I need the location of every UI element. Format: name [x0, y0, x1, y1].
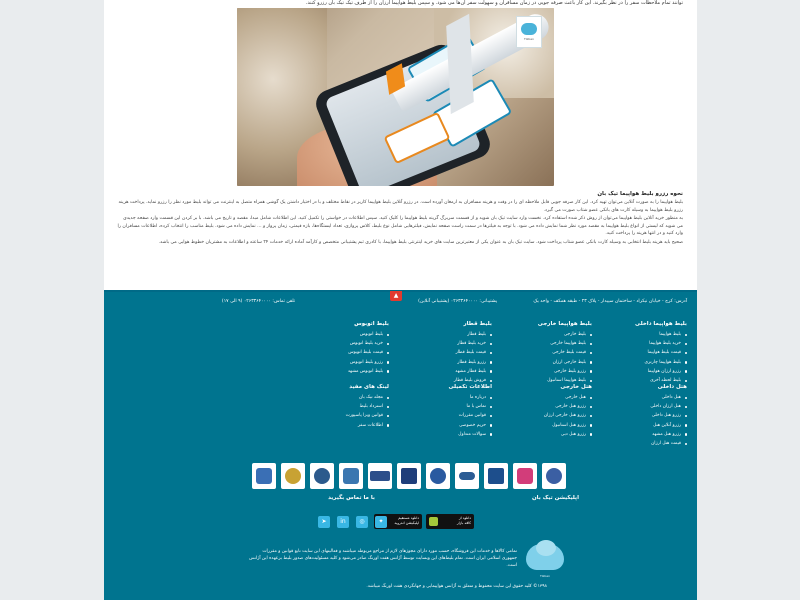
contact-info: آدرس: کرج - خیابان نیکزاد - ساختمان سپید…	[104, 298, 697, 320]
footer-link[interactable]: سوالات متداول	[362, 430, 492, 439]
tikban-watermark-logo: Tikban	[516, 16, 542, 48]
article-paragraph: به منظور خرید آنلاین بلیط هواپیما می‌توا…	[117, 216, 683, 236]
address-text: آدرس: کرج - خیابان نیکزاد - ساختمان سپید…	[533, 299, 687, 304]
apps-heading: اپلیکیشن تیک بان	[531, 495, 579, 501]
footer-link[interactable]: قوانین ویزا پاسپورت	[259, 411, 389, 420]
logo-text: Tikban	[540, 574, 550, 578]
footer-link[interactable]: بلیط اتوبوس	[259, 330, 389, 339]
bazaar-icon	[429, 517, 438, 526]
passenger-rights-badge[interactable]	[339, 463, 363, 489]
article-body: نحوه رزرو بلیط هواپیما تیک بان بلیط هواپ…	[116, 190, 683, 246]
phone-text: تلفن تماس: ۰۲۶۳۳۶۴۰۰۰۰ (۹ الی ۱۷)	[221, 299, 295, 304]
chevron-up-icon: ▲	[393, 292, 399, 299]
footer-link[interactable]: رزرو بلیط اتوبوس	[259, 358, 389, 367]
support-text: پشتیبانی: ۰۲۶۳۳۶۴۰۰۰۰ (پشتیبانی آنلاین)	[418, 299, 497, 304]
samandehi-badge[interactable]	[281, 463, 305, 489]
footer-link[interactable]: مجله تیک بان	[259, 393, 389, 402]
footer-link[interactable]: قیمت هتل ارزان	[557, 439, 687, 448]
ticket-association-badge[interactable]	[542, 463, 566, 489]
instagram-icon[interactable]: ◎	[356, 516, 368, 528]
footer-link[interactable]: اطلاعات سفر	[259, 421, 389, 430]
scroll-to-top-button[interactable]: ▲	[390, 291, 402, 301]
contact-heading: با ما تماس بگیرید	[328, 495, 375, 501]
bazaar-download-button[interactable]: دانلود از کافه بازار	[426, 514, 474, 529]
footer-column-bus: بلیط اتوبوس بلیط اتوبوس خرید بلیط اتوبوس…	[259, 320, 389, 376]
article-paragraph: صحیح باید هزینه بلیط انتخابی به وسیله کا…	[158, 239, 683, 245]
airline-badge[interactable]	[455, 463, 479, 489]
copyright-text: ۱۳۹۸© کلیه حقوق این سایت محفوظ و متعلق ب…	[366, 584, 547, 589]
airline-association-badge[interactable]	[310, 463, 334, 489]
footer-link[interactable]: قیمت بلیط اتوبوس	[259, 348, 389, 357]
footer-link[interactable]: خرید بلیط اتوبوس	[259, 339, 389, 348]
telegram-icon[interactable]: ➤	[318, 516, 330, 528]
iata-badge[interactable]	[397, 463, 421, 489]
itoa-badge[interactable]	[368, 463, 392, 489]
tikban-footer-logo[interactable]: Tikban	[522, 540, 568, 578]
article-heading: نحوه رزرو بلیط هواپیما تیک بان	[597, 191, 683, 197]
footer-column-title: بلیط اتوبوس	[354, 321, 389, 327]
footer-link[interactable]: بلیط اتوبوس مشهد	[259, 367, 389, 376]
footer-link[interactable]: استرداد بلیط	[259, 402, 389, 411]
intro-text: توانند تمام ملاحظات سفر را در نظر بگیرند…	[305, 0, 683, 6]
article-paragraph: بلیط هواپیما را به صورت آنلاین می‌توان ت…	[118, 200, 683, 213]
enamad-badge[interactable]	[252, 463, 276, 489]
article-hero-image: Tikban	[237, 8, 554, 186]
footer-column-title: لینک های مفید	[349, 384, 389, 390]
linkedin-icon[interactable]: in	[337, 516, 349, 528]
cao-badge[interactable]	[426, 463, 450, 489]
page: توانند تمام ملاحظات سفر را در نظر بگیرند…	[104, 0, 697, 600]
site-footer: آدرس: کرج - خیابان نیکزاد - ساختمان سپید…	[104, 292, 697, 600]
footer-column-useful-links: لینک های مفید مجله تیک بان استرداد بلیط …	[259, 383, 389, 430]
ecommerce-badge[interactable]	[513, 463, 537, 489]
twitter-icon[interactable]: ✦	[375, 516, 387, 528]
footer-description: تمامی کالاها و خدمات این فروشگاه، حسب مو…	[249, 549, 517, 568]
tourism-badge[interactable]	[484, 463, 508, 489]
trust-badges	[252, 463, 566, 489]
